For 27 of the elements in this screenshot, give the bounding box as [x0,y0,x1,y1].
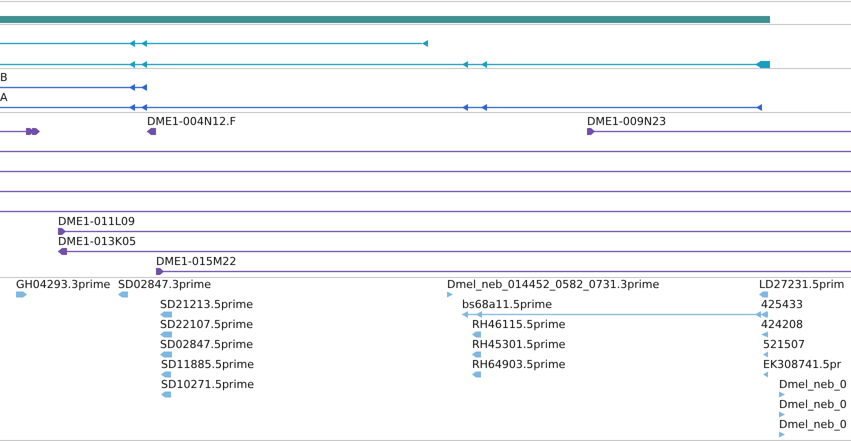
feature-label: DME1-015M22 [156,255,236,268]
feature-label: Dmel_neb_014452_0582_0731.3prime [447,278,660,291]
feature-label: 424208 [761,318,803,331]
feature-label: SD02847.3prime [118,278,211,291]
feature-label: SD22107.5prime [160,318,253,331]
feature-label: 521507 [763,338,805,351]
feature-label: A [0,91,8,104]
feature-label: SD10271.5prime [161,378,254,391]
feature-label: LD27231.5prim [759,278,844,291]
feature-label: SD11885.5prime [161,358,254,371]
feature-label: 425433 [761,298,803,311]
feature-label: DME1-011L09 [58,215,135,228]
feature-label: Dmel_neb_0 [779,378,847,391]
feature-label: SD02847.5prime [160,338,253,351]
feature-label: bs68a11.5prime [462,298,552,311]
feature-label: Dmel_neb_0 [779,418,847,431]
feature-label: RH45301.5prime [472,338,566,351]
feature-label: DME1-013K05 [58,235,136,248]
feature-label: RH64903.5prime [472,358,566,371]
feature-label: DME1-009N23 [587,115,666,128]
feature-label: B [0,71,8,84]
feature-label: SD21213.5prime [160,298,253,311]
feature-label: Dmel_neb_0 [779,398,847,411]
feature-label: EK308741.5pr [763,358,842,371]
feature-label: GH04293.3prime [16,278,110,291]
feature-label: DME1-004N12.F [147,115,236,128]
feature-label: RH46115.5prime [472,318,566,331]
